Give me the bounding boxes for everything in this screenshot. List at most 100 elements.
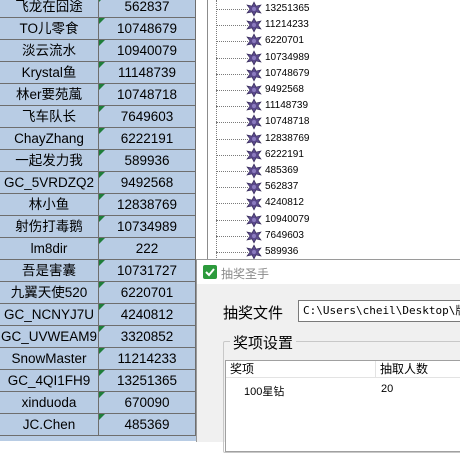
number-as-text-marker	[99, 216, 105, 222]
cell-name[interactable]: TO儿零食	[0, 18, 99, 40]
cell-name[interactable]: GC_5VRDZQ2	[0, 172, 99, 194]
cell-name[interactable]: SnowMaster	[0, 348, 99, 370]
number-as-text-marker	[99, 348, 105, 354]
cell-id[interactable]: 3320852	[99, 326, 196, 348]
number-as-text-marker	[99, 260, 105, 266]
cell-name[interactable]: 飞龙在囧途	[0, 0, 99, 18]
tree-node-icon	[246, 228, 262, 244]
tree-item[interactable]: 10940079	[208, 211, 448, 228]
number-as-text-marker	[99, 106, 105, 112]
cell-id[interactable]: 10731727	[99, 260, 196, 282]
sheet-row: 九翼天使520 6220701	[0, 282, 196, 304]
cell-name[interactable]: lm8dir	[0, 238, 99, 260]
tree-item[interactable]: 9492568	[208, 82, 448, 98]
tree-item[interactable]: 4240812	[208, 195, 448, 212]
number-as-text-marker	[99, 172, 105, 178]
prize-count-cell[interactable]: 20	[381, 383, 393, 395]
cell-id[interactable]: 670090	[99, 392, 196, 414]
tree-item-label: 10748679	[265, 67, 310, 79]
sheet-row: 飞龙在囧途 562837	[0, 0, 196, 18]
tree-item[interactable]: 6222191	[208, 147, 448, 163]
cell-id[interactable]: 222	[99, 238, 196, 260]
dialog-titlebar[interactable]: 抽奖圣手	[197, 260, 460, 284]
cell-id[interactable]: 9492568	[99, 172, 196, 194]
cell-name[interactable]: xinduoda	[0, 392, 99, 414]
spreadsheet-grid: 飞龙在囧途 562837 TO儿零食 10748679 淡云流水 10940079 Krys…	[0, 0, 196, 441]
tree-connector	[216, 73, 248, 75]
cell-name[interactable]: GC_NCNYJ7U	[0, 304, 99, 326]
cell-id[interactable]: 485369	[99, 414, 196, 436]
tree-node-icon	[246, 179, 262, 195]
cell-name[interactable]: GC_UVWEAM9	[0, 326, 99, 348]
sheet-row: xinduoda 670090	[0, 392, 196, 414]
cell-id[interactable]: 11148739	[99, 62, 196, 84]
tree-item[interactable]: 485369	[208, 163, 448, 179]
tree-item[interactable]: 589936	[208, 244, 448, 260]
tree-item[interactable]: 11148739	[208, 98, 448, 114]
cell-id[interactable]: 4240812	[99, 304, 196, 326]
tree-connector	[216, 171, 248, 172]
prize-list[interactable]: 奖项 抽取人数 100星钻 20	[225, 360, 460, 452]
tree-item[interactable]: 12838769	[208, 130, 448, 147]
cell-name[interactable]: Krystal鱼	[0, 62, 99, 84]
tree-item[interactable]: 10734989	[208, 49, 448, 66]
cell-name[interactable]: ChayZhang	[0, 128, 99, 150]
tree-item[interactable]: 562837	[208, 179, 448, 195]
tree-item[interactable]: 11214233	[208, 17, 448, 33]
cell-name[interactable]: 飞车队长	[0, 106, 99, 128]
sheet-row: 林er要苑葻 10748718	[0, 84, 196, 106]
sheet-row: TO儿零食 10748679	[0, 18, 196, 40]
cell-name[interactable]: 一起发力我	[0, 150, 99, 172]
tree-connector	[216, 154, 248, 156]
cell-id[interactable]: 10940079	[99, 40, 196, 62]
cell-name[interactable]: 淡云流水	[0, 40, 99, 62]
cell-name[interactable]: 射伤打毒鹅	[0, 216, 99, 238]
cell-name[interactable]: 九翼天使520	[0, 282, 99, 304]
cell-id[interactable]: 10748718	[99, 84, 196, 106]
tree-node-icon	[246, 1, 262, 17]
tree-item[interactable]: 7649603	[208, 228, 448, 244]
sheet-row: GC_4QI1FH9 13251365	[0, 370, 196, 392]
column-header-count[interactable]: 抽取人数	[376, 361, 460, 378]
tree-item[interactable]: 6220701	[208, 33, 448, 50]
tree-item[interactable]: 13251365	[208, 1, 448, 17]
prize-settings-legend: 奖项设置	[230, 332, 297, 353]
cell-id[interactable]: 7649603	[99, 106, 196, 128]
file-path-input[interactable]: C:\Users\cheil\Desktop\版块	[298, 300, 460, 322]
tree-node-icon	[246, 98, 262, 114]
cell-id[interactable]: 10734989	[99, 216, 196, 238]
cell-id[interactable]: 10748679	[99, 18, 196, 40]
tree-item-label: 13251365	[265, 3, 310, 14]
cell-name[interactable]: JC.Chen	[0, 414, 99, 436]
tree-node-icon	[246, 82, 262, 98]
cell-id[interactable]: 11214233	[99, 348, 196, 370]
cell-id[interactable]: 589936	[99, 150, 196, 172]
cell-name[interactable]: 林小鱼	[0, 194, 99, 216]
cell-id[interactable]: 13251365	[99, 370, 196, 392]
tree-connector	[216, 122, 248, 124]
cell-name[interactable]: GC_4QI1FH9	[0, 370, 99, 392]
tree-item[interactable]: 10748718	[208, 114, 448, 131]
number-as-text-marker	[99, 62, 105, 68]
tree-connector	[216, 187, 248, 189]
sheet-row: 飞车队长 7649603	[0, 106, 196, 128]
sheet-row: 射伤打毒鹅 10734989	[0, 216, 196, 238]
cell-name[interactable]: 林er要苑葻	[0, 84, 99, 106]
tree-item[interactable]: 10748679	[208, 66, 448, 82]
cell-id[interactable]: 12838769	[99, 194, 196, 216]
tree-view[interactable]: 13251365 11214233 6220701 10734989 10748679 9…	[207, 0, 460, 262]
cell-name[interactable]: 吾是害囊	[0, 260, 99, 282]
prize-cell[interactable]: 100星钻	[244, 383, 284, 399]
lottery-dialog: 抽奖圣手 抽奖文件 C:\Users\cheil\Desktop\版块 奖项设置…	[196, 259, 460, 453]
tree-connector	[216, 41, 248, 43]
cell-id[interactable]: 6220701	[99, 282, 196, 304]
cell-id[interactable]: 6222191	[99, 128, 196, 150]
sheet-row: 林小鱼 12838769	[0, 194, 196, 216]
tree-connector	[216, 25, 248, 27]
column-header-prize[interactable]: 奖项	[226, 361, 376, 378]
cell-id[interactable]: 562837	[99, 0, 196, 18]
tree-item-label: 10734989	[265, 51, 310, 63]
number-as-text-marker	[99, 282, 105, 288]
sheet-row: Krystal鱼 11148739	[0, 62, 196, 84]
tree-node-icon	[246, 244, 262, 260]
